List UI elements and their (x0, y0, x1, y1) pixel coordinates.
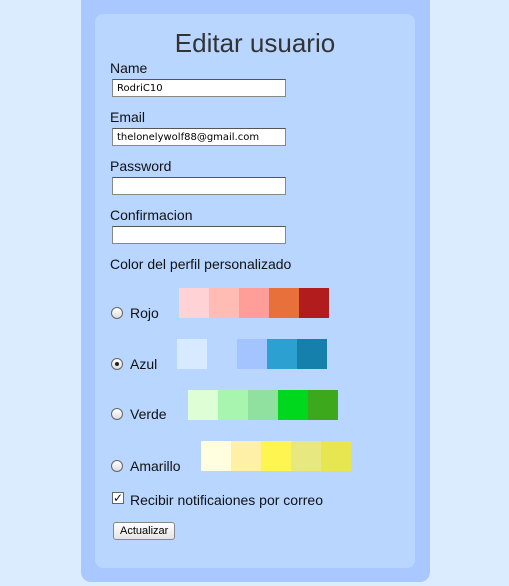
swatch-verde-1 (188, 390, 218, 420)
swatch-rojo-1 (179, 288, 209, 318)
page-title: Editar usuario (174, 28, 336, 58)
confirm-field[interactable] (112, 226, 286, 244)
swatch-amarillo-3 (261, 441, 291, 471)
checkmark-icon: ✓ (113, 491, 124, 505)
swatch-verde-3 (248, 390, 278, 420)
swatch-azul-2 (207, 339, 237, 369)
color-radio-azul[interactable] (111, 358, 123, 370)
password-field[interactable] (112, 177, 286, 195)
swatch-rojo-4 (269, 288, 299, 318)
swatch-amarillo-2 (231, 441, 261, 471)
swatch-rojo-3 (239, 288, 269, 318)
color-label-azul: Azul (130, 356, 158, 372)
name-field[interactable] (112, 79, 286, 97)
swatch-verde-4 (278, 390, 308, 420)
confirm-label: Confirmacion (110, 207, 193, 223)
swatch-verde-5 (308, 390, 338, 420)
email-label: Email (110, 109, 146, 125)
swatch-amarillo-5 (321, 441, 351, 471)
color-label-rojo: Rojo (130, 305, 159, 321)
swatch-amarillo-1 (201, 441, 231, 471)
swatch-azul-4 (267, 339, 297, 369)
name-label: Name (110, 60, 148, 76)
notify-label: Recibir notificaiones por correo (130, 492, 323, 508)
swatch-rojo-2 (209, 288, 239, 318)
swatch-amarillo-4 (291, 441, 321, 471)
swatch-azul-5 (297, 339, 327, 369)
color-label-amarillo: Amarillo (130, 458, 181, 474)
color-radio-rojo[interactable] (111, 307, 123, 319)
notify-checkbox[interactable]: ✓ (112, 492, 124, 504)
swatch-azul-1 (177, 339, 207, 369)
color-label-verde: Verde (130, 406, 167, 422)
color-radio-verde[interactable] (111, 408, 123, 420)
swatch-rojo-5 (299, 288, 329, 318)
update-button[interactable]: Actualizar (113, 522, 176, 540)
swatch-azul-3 (237, 339, 267, 369)
profile-color-heading: Color del perfil personalizado (110, 256, 292, 272)
password-label: Password (110, 158, 172, 174)
swatch-verde-2 (218, 390, 248, 420)
email-field[interactable] (112, 128, 286, 146)
color-radio-amarillo[interactable] (111, 460, 123, 472)
